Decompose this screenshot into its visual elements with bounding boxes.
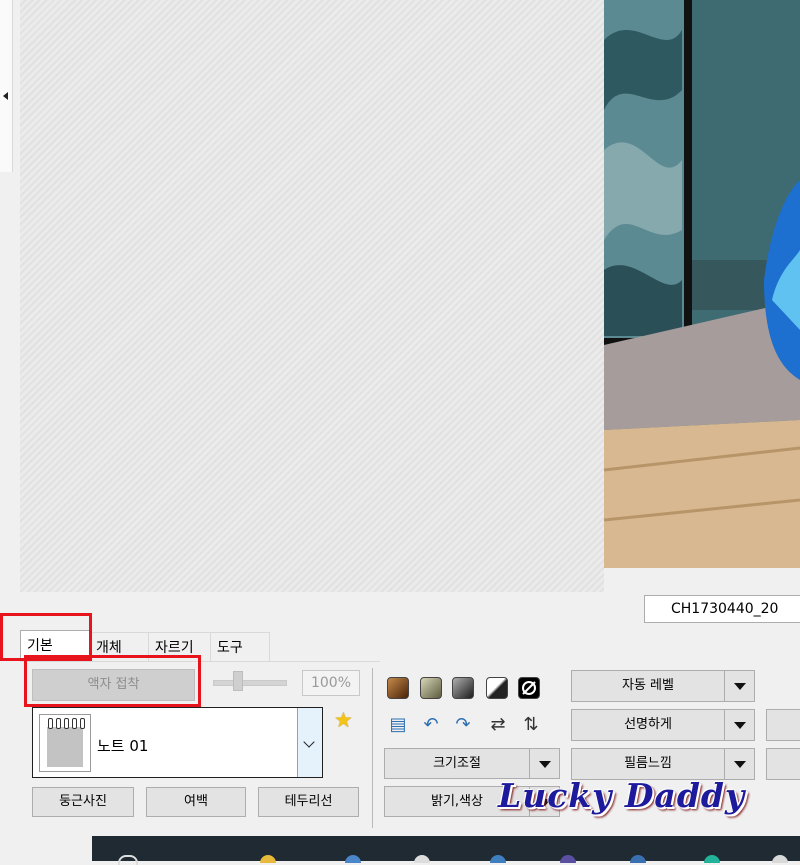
taskbar [92, 836, 800, 865]
app-icon-3[interactable] [490, 855, 506, 863]
color-swatch-gray[interactable] [452, 677, 474, 699]
sharpen-label: 선명하게 [624, 717, 672, 732]
filename-field: CH1730440_20 [644, 595, 800, 623]
frame-select-dropdown[interactable] [297, 708, 322, 777]
color-swatch-dark[interactable] [486, 677, 508, 699]
frame-select-label: 노트 01 [97, 737, 149, 755]
opacity-slider-thumb[interactable] [233, 671, 243, 691]
margin-button[interactable]: 여백 [146, 787, 246, 817]
film-label: 필름느낌 [624, 756, 672, 771]
collapse-arrow-icon[interactable] [3, 92, 8, 100]
chevron-down-icon [303, 736, 315, 748]
border-line-button[interactable]: 테두리선 [258, 787, 359, 817]
auto-level-dropdown-arrow[interactable] [724, 671, 754, 701]
resize-dropdown-arrow[interactable] [529, 749, 559, 778]
panel-separator [372, 668, 373, 828]
editor-canvas[interactable] [20, 0, 604, 592]
rotate-left-icon[interactable]: ↶ [420, 714, 442, 736]
highlight-tab-basic [0, 613, 92, 661]
app-icon-4[interactable] [560, 855, 576, 863]
photo-preview [604, 0, 800, 568]
flip-horizontal-icon[interactable]: ⇄ [487, 714, 509, 736]
file-explorer-icon[interactable] [260, 855, 276, 863]
resize-label: 크기조절 [433, 756, 481, 771]
color-swatch-olive[interactable] [420, 677, 442, 699]
opacity-slider-track[interactable] [213, 680, 287, 686]
tab-tools[interactable]: 도구 [210, 632, 270, 662]
search-icon[interactable] [118, 855, 138, 865]
extra-button-1[interactable] [766, 709, 800, 741]
zoom-percent-field[interactable]: 100% [302, 670, 360, 696]
flip-vertical-icon[interactable]: ⇅ [520, 714, 542, 736]
extra-button-2[interactable] [766, 748, 800, 780]
auto-level-dropdown[interactable]: 자동 레벨 [571, 670, 755, 702]
app-icon-2[interactable] [414, 855, 430, 863]
watermark-text: Lucky Daddy [498, 776, 746, 815]
app-icon-5[interactable] [630, 855, 646, 863]
notebook-frame-icon [39, 714, 91, 772]
frame-select[interactable]: 노트 01 [32, 707, 323, 778]
round-photo-button[interactable]: 둥근사진 [32, 787, 134, 817]
stack-icon[interactable]: ▤ [387, 714, 409, 736]
app-icon-7[interactable] [772, 855, 788, 863]
rotate-right-icon[interactable]: ↷ [452, 714, 474, 736]
sharpen-dropdown[interactable]: 선명하게 [571, 709, 755, 741]
app-icon-1[interactable] [345, 855, 361, 863]
film-dropdown-arrow[interactable] [724, 749, 754, 779]
color-swatch-brown[interactable] [387, 677, 409, 699]
color-swatch-black[interactable] [518, 677, 540, 699]
side-panel-strip[interactable] [0, 0, 13, 172]
favorite-star-icon[interactable]: ★ [334, 710, 353, 731]
auto-level-label: 자동 레벨 [622, 678, 674, 693]
app-icon-6[interactable] [704, 855, 720, 863]
sharpen-dropdown-arrow[interactable] [724, 710, 754, 740]
highlight-apply-frame [24, 655, 201, 707]
resize-dropdown[interactable]: 크기조절 [384, 748, 560, 779]
